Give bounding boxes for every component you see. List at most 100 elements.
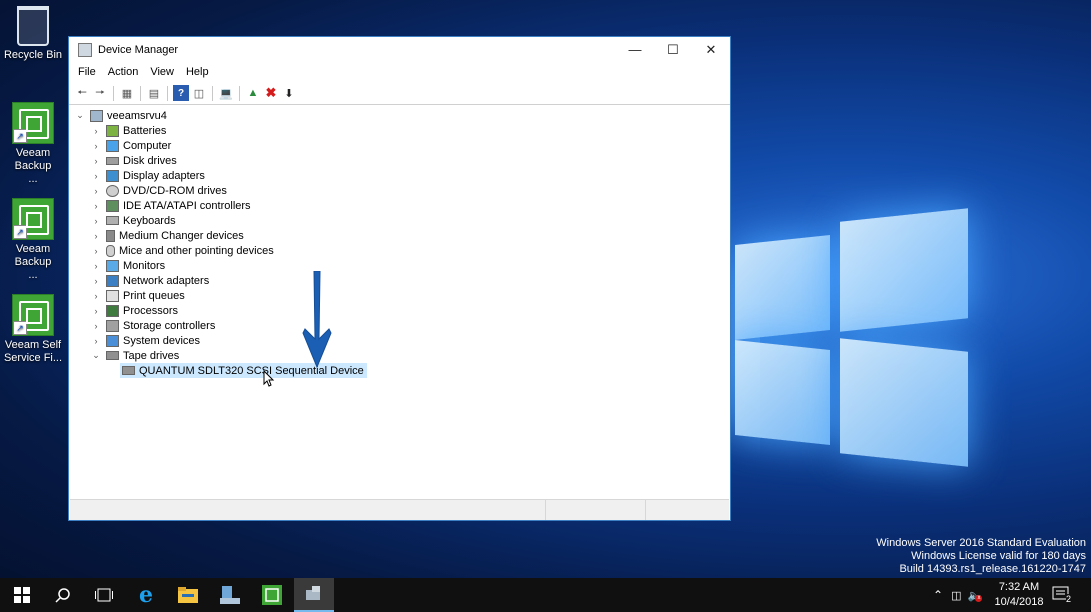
file-explorer-icon[interactable] [168,578,208,612]
volume-icon[interactable]: 🔈 x [967,589,983,602]
chevron-right-icon[interactable]: › [90,321,102,331]
tree-item-label: Storage controllers [123,319,216,332]
tree-item-system-devices[interactable]: › System devices [90,333,200,348]
system-device-icon [106,334,119,347]
search-icon[interactable] [43,578,83,612]
help-icon[interactable]: ? [173,85,189,101]
chevron-down-icon[interactable]: ⌄ [74,110,86,121]
network-icon[interactable]: ◫ [951,589,961,602]
chevron-right-icon[interactable]: › [90,276,102,286]
monitor-icon [106,259,119,272]
menu-file[interactable]: File [72,66,102,78]
chevron-right-icon[interactable]: › [90,171,102,181]
computer-icon [106,139,119,152]
tree-item-label: Processors [123,304,179,317]
tree-item-label: Tape drives [123,349,180,362]
menu-view[interactable]: View [144,66,180,78]
title-bar[interactable]: Device Manager — ☐ ✕ [69,37,730,62]
device-tree: ⌄ veeamsrvu4 › Batteries › Computer › Di… [70,106,729,500]
menu-action[interactable]: Action [102,66,145,78]
chevron-right-icon[interactable]: › [90,201,102,211]
tree-item-disk-drives[interactable]: › Disk drives [90,153,177,168]
network-adapter-icon [106,274,119,287]
chevron-right-icon[interactable]: › [90,141,102,151]
tree-item-ide-controllers[interactable]: › IDE ATA/ATAPI controllers [90,198,251,213]
chevron-up-icon[interactable]: ⌃ [933,588,943,602]
properties-icon[interactable]: ▤ [146,85,162,101]
uninstall-device-icon[interactable]: ✖ [263,85,279,101]
chevron-down-icon[interactable]: ⌄ [90,350,102,361]
tree-item-print-queues[interactable]: › Print queues [90,288,185,303]
tree-item-tape-drives[interactable]: ⌄ Tape drives [90,348,179,363]
tree-item-label: Network adapters [123,274,210,287]
clock-date: 10/4/2018 [994,596,1044,608]
veeam-backup-icon[interactable]: ↗ Veeam Backup ... [0,102,66,186]
chevron-right-icon[interactable]: › [90,261,102,271]
recycle-bin-icon[interactable]: Recycle Bin [0,6,66,62]
tree-item-computer[interactable]: › Computer [90,138,171,153]
tape-drive-icon [106,351,119,360]
tree-item-network-adapters[interactable]: › Network adapters [90,273,209,288]
mouse-cursor-icon [263,370,275,387]
veeam-taskbar-icon[interactable] [252,578,292,612]
tree-item-display-adapters[interactable]: › Display adapters [90,168,205,183]
back-icon[interactable]: 🠔 [74,85,90,101]
close-button[interactable]: ✕ [692,37,730,62]
volume-muted-badge: x [975,594,983,602]
device-manager-taskbar-icon[interactable] [294,578,334,612]
tree-item-monitors[interactable]: › Monitors [90,258,165,273]
update-driver-icon[interactable]: ▲ [245,85,261,101]
server-manager-icon[interactable] [210,578,250,612]
ide-controller-icon [106,199,119,212]
toolbar-separator [212,85,213,101]
tree-item-storage-controllers[interactable]: › Storage controllers [90,318,215,333]
desktop-icon-label: Veeam Backup ... [14,147,52,185]
chevron-right-icon[interactable]: › [90,291,102,301]
show-hide-console-tree-icon[interactable]: ▦ [119,85,135,101]
chevron-right-icon[interactable]: › [90,186,102,196]
disable-device-icon[interactable]: ⬇ [281,85,297,101]
tree-item-mice[interactable]: › Mice and other pointing devices [90,243,274,258]
veeam-self-service-icon[interactable]: ↗ Veeam Self Service Fi... [0,294,66,365]
maximize-button[interactable]: ☐ [654,37,692,62]
clock-time: 7:32 AM [998,581,1040,593]
mouse-icon [106,244,115,257]
veeam-backup-icon-2[interactable]: ↗ Veeam Backup ... [0,198,66,282]
scan-hardware-icon[interactable]: 💻 [218,85,234,101]
task-view-icon[interactable] [84,578,124,612]
medium-changer-icon [106,229,115,242]
chevron-right-icon[interactable]: › [90,336,102,346]
action-center-icon[interactable]: 2 [1052,578,1072,612]
tree-item-label: Print queues [123,289,185,302]
tree-item-processors[interactable]: › Processors [90,303,178,318]
tree-item-label: Mice and other pointing devices [119,244,274,257]
battery-icon [106,124,119,137]
tree-item-keyboards[interactable]: › Keyboards [90,213,176,228]
action-pane-icon[interactable]: ◫ [191,85,207,101]
chevron-right-icon[interactable]: › [90,306,102,316]
chevron-right-icon[interactable]: › [90,246,102,256]
tree-root[interactable]: ⌄ veeamsrvu4 [74,108,167,123]
chevron-right-icon[interactable]: › [90,216,102,226]
dvd-drive-icon [106,184,119,197]
tree-item-dvd-drives[interactable]: › DVD/CD-ROM drives [90,183,227,198]
start-button[interactable] [2,578,42,612]
toolbar-separator [167,85,168,101]
chevron-right-icon[interactable]: › [90,231,102,241]
desktop-icon-label: Veeam Backup ... [14,243,52,281]
tree-item-batteries[interactable]: › Batteries [90,123,166,138]
tree-item-label: Monitors [123,259,166,272]
desktop-icon-label: Veeam Self Service Fi... [3,339,63,364]
forward-icon[interactable]: 🠖 [92,85,108,101]
device-manager-icon [78,42,92,57]
clock[interactable]: 7:32 AM 10/4/2018 [990,580,1048,610]
windows-start-icon [14,587,30,603]
chevron-right-icon[interactable]: › [90,126,102,136]
chevron-right-icon[interactable]: › [90,156,102,166]
tree-item-medium-changer[interactable]: › Medium Changer devices [90,228,244,243]
internet-explorer-icon[interactable]: e [126,578,166,612]
minimize-button[interactable]: — [616,37,654,62]
menu-help[interactable]: Help [180,66,215,78]
storage-controller-icon [106,319,119,332]
tape-drive-icon [122,366,135,375]
